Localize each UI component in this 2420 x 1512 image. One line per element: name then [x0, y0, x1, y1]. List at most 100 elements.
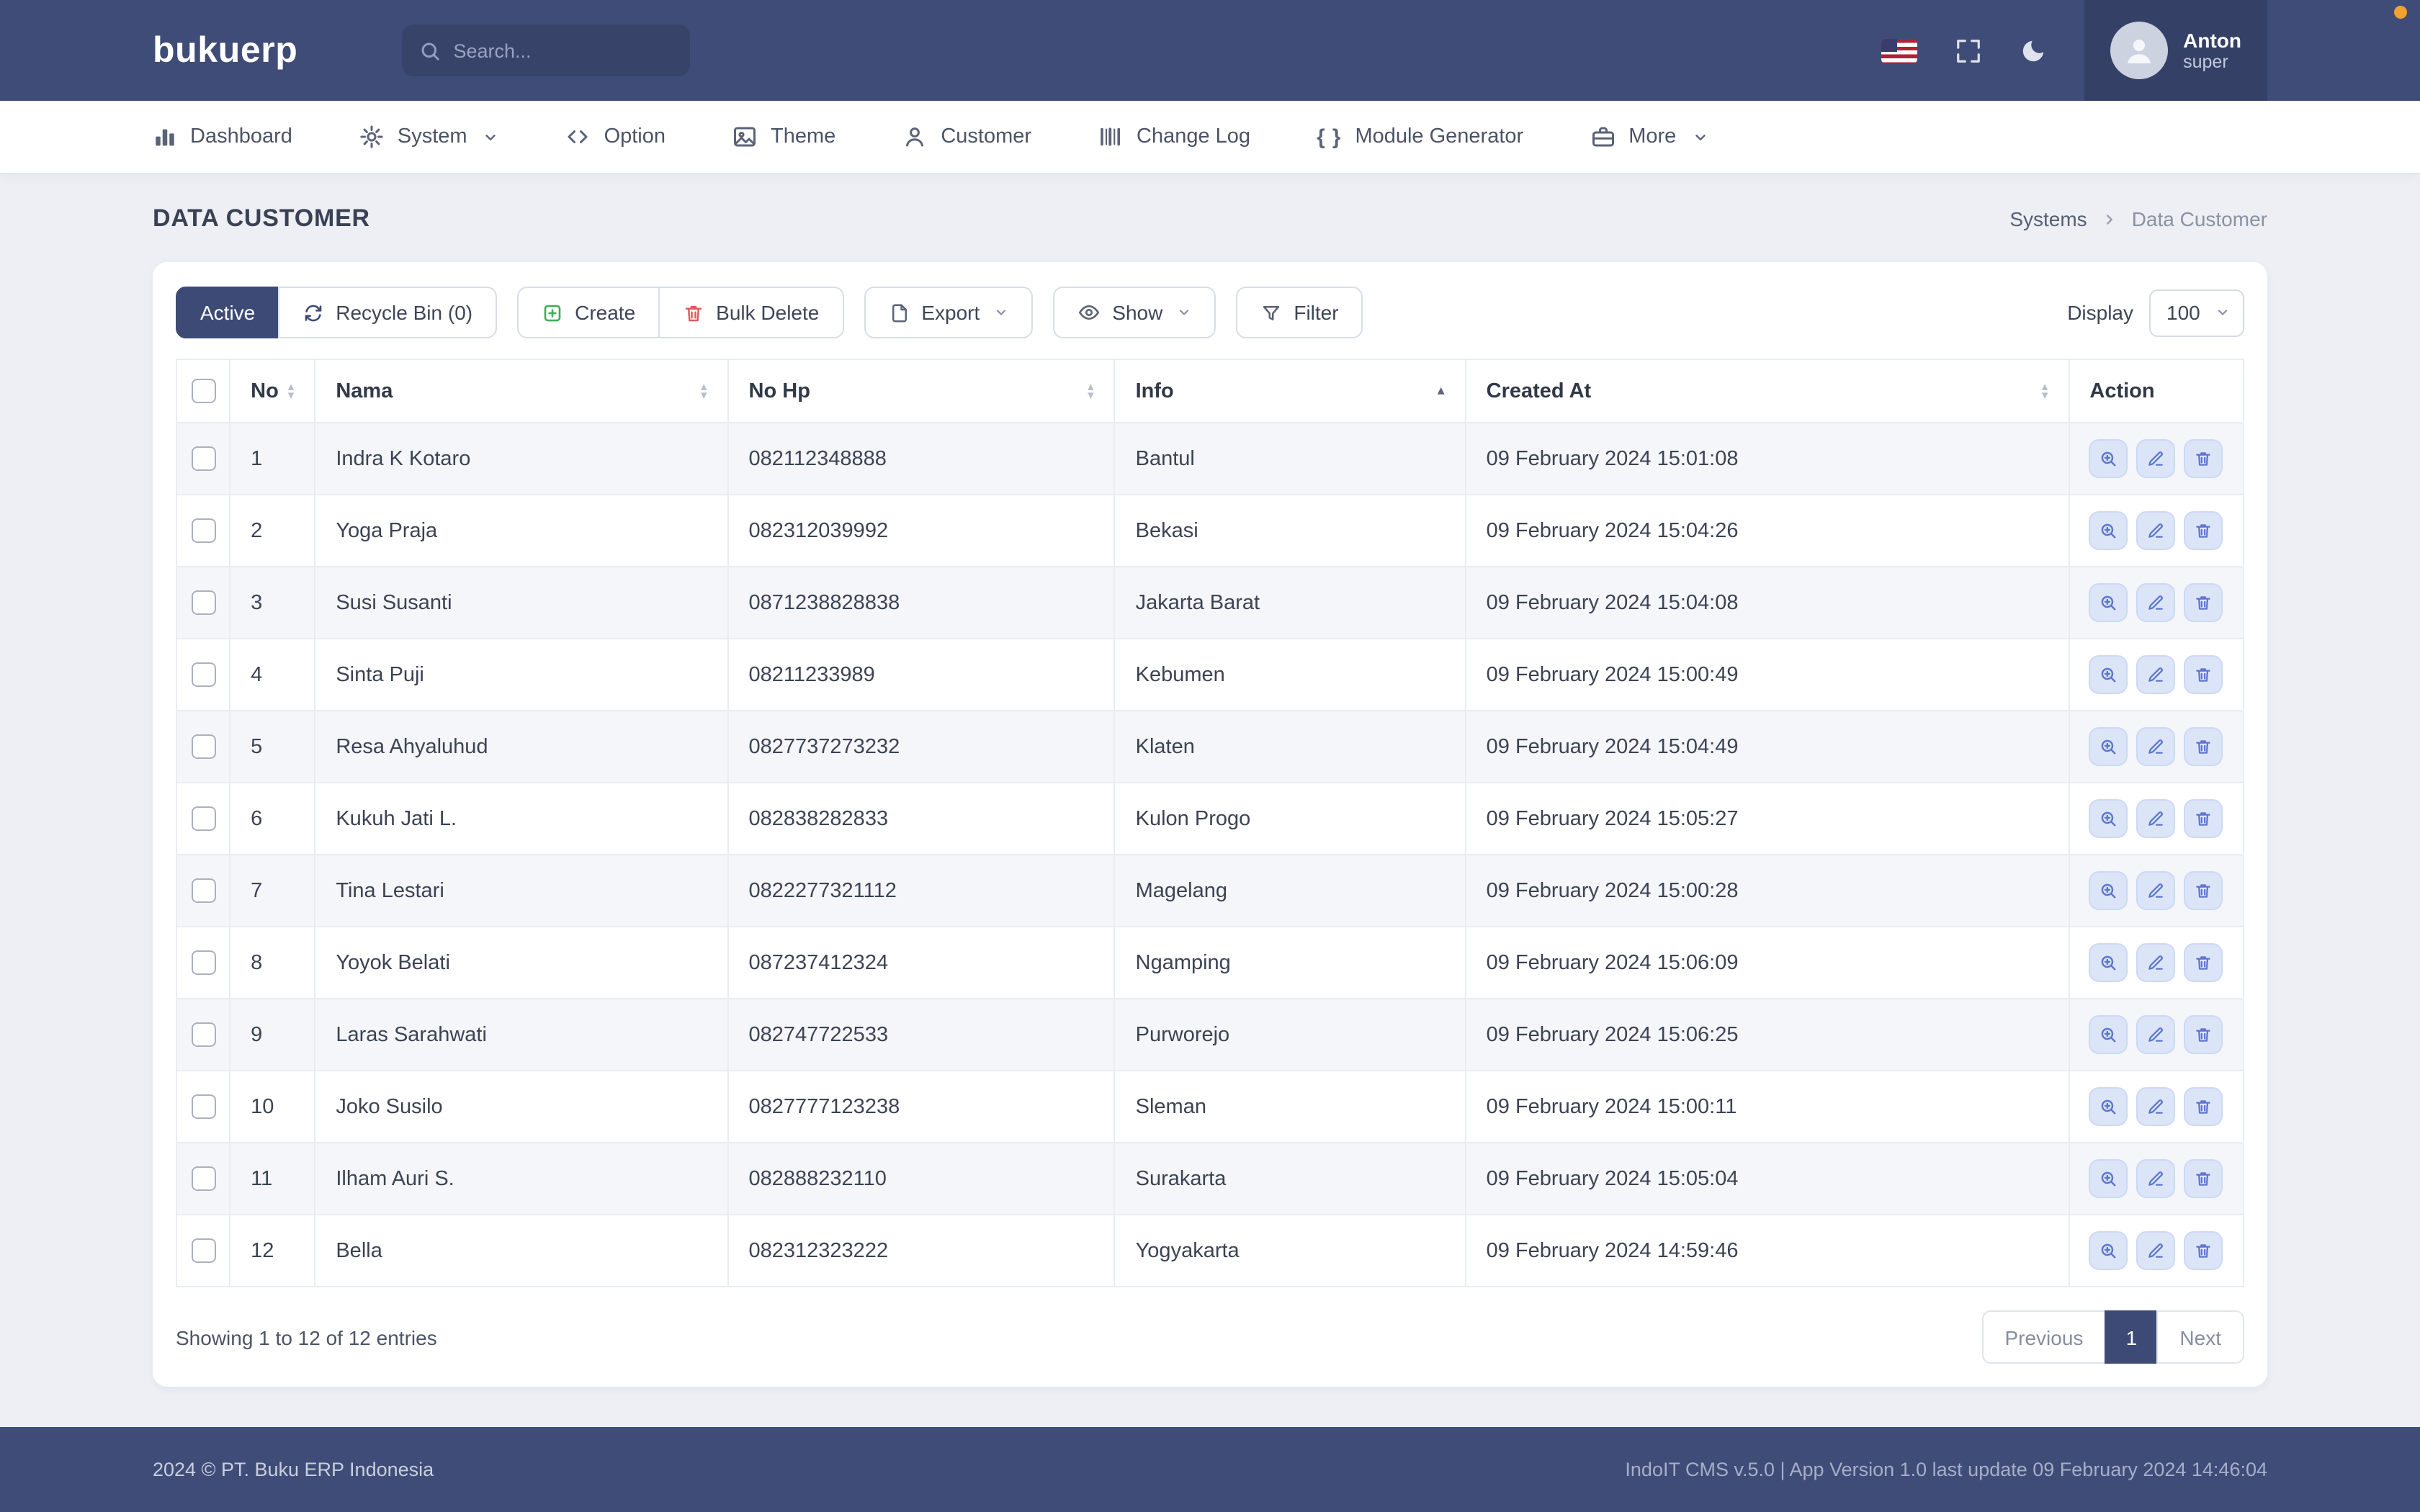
edit-button[interactable]: [2137, 511, 2176, 550]
delete-button[interactable]: [2184, 943, 2223, 982]
trash-icon: [2195, 1169, 2213, 1188]
edit-button[interactable]: [2137, 655, 2176, 694]
dark-mode-button[interactable]: [2019, 37, 2046, 64]
row-checkbox[interactable]: [191, 950, 215, 975]
filter-button[interactable]: Filter: [1236, 287, 1363, 338]
cell-no: 9: [230, 999, 315, 1071]
nav-item-theme[interactable]: Theme: [732, 124, 835, 150]
delete-button[interactable]: [2184, 439, 2223, 478]
nav-item-system[interactable]: System: [359, 124, 499, 150]
view-button[interactable]: [2089, 655, 2128, 694]
nav-item-change-log[interactable]: Change Log: [1098, 124, 1250, 150]
create-button[interactable]: Create: [517, 287, 660, 338]
delete-button[interactable]: [2184, 799, 2223, 838]
table-toolbar: Active Recycle Bin (0) Create Bulk Delet…: [176, 285, 2244, 359]
row-checkbox[interactable]: [191, 590, 215, 615]
view-button[interactable]: [2089, 1231, 2128, 1270]
delete-button[interactable]: [2184, 583, 2223, 622]
edit-button[interactable]: [2137, 799, 2176, 838]
row-checkbox[interactable]: [191, 1238, 215, 1263]
edit-button[interactable]: [2137, 583, 2176, 622]
column-header-no[interactable]: No▴▾: [230, 359, 315, 423]
pencil-icon: [2147, 953, 2166, 972]
view-button[interactable]: [2089, 583, 2128, 622]
topbar: bukuerp: [0, 0, 2420, 101]
column-header-no-hp[interactable]: No Hp▴▾: [728, 359, 1115, 423]
view-button[interactable]: [2089, 511, 2128, 550]
view-button[interactable]: [2089, 439, 2128, 478]
active-tab-button[interactable]: Active: [176, 287, 279, 338]
sort-icon: ▴▾: [288, 382, 295, 400]
nav-item-dashboard[interactable]: Dashboard: [153, 125, 292, 149]
row-checkbox[interactable]: [191, 1094, 215, 1119]
magnifier-plus-icon: [2099, 593, 2118, 612]
row-checkbox[interactable]: [191, 446, 215, 471]
delete-button[interactable]: [2184, 655, 2223, 694]
row-checkbox[interactable]: [191, 662, 215, 687]
magnifier-plus-icon: [2099, 1025, 2118, 1044]
row-checkbox[interactable]: [191, 806, 215, 831]
view-button[interactable]: [2089, 799, 2128, 838]
customer-table: No▴▾ Nama▴▾ No Hp▴▾ Info▴ Created At▴▾ A…: [176, 359, 2244, 1287]
delete-button[interactable]: [2184, 1015, 2223, 1054]
breadcrumb-systems[interactable]: Systems: [2009, 207, 2087, 230]
nav-item-customer[interactable]: Customer: [902, 124, 1031, 150]
row-checkbox[interactable]: [191, 878, 215, 903]
cell-no: 10: [230, 1071, 315, 1143]
cell-info: Kulon Progo: [1115, 783, 1466, 855]
delete-button[interactable]: [2184, 1231, 2223, 1270]
view-button[interactable]: [2089, 1087, 2128, 1126]
view-button[interactable]: [2089, 1159, 2128, 1198]
view-button[interactable]: [2089, 727, 2128, 766]
select-all-checkbox[interactable]: [191, 379, 215, 403]
nav-item-module-generator[interactable]: { } Module Generator: [1317, 125, 1523, 149]
view-button[interactable]: [2089, 871, 2128, 910]
row-checkbox[interactable]: [191, 1166, 215, 1191]
row-checkbox[interactable]: [191, 1022, 215, 1047]
delete-button[interactable]: [2184, 1087, 2223, 1126]
recycle-bin-button[interactable]: Recycle Bin (0): [278, 287, 497, 338]
column-header-created-at[interactable]: Created At▴▾: [1466, 359, 2069, 423]
cell-created-at: 09 February 2024 15:05:04: [1466, 1143, 2069, 1215]
nav-item-more[interactable]: More: [1590, 124, 1708, 150]
delete-button[interactable]: [2184, 511, 2223, 550]
language-flag-button[interactable]: [1881, 38, 1917, 63]
user-menu[interactable]: Anton super: [2084, 0, 2267, 101]
edit-button[interactable]: [2137, 439, 2176, 478]
search-box[interactable]: [401, 24, 689, 76]
edit-button[interactable]: [2137, 1159, 2176, 1198]
page-1-button[interactable]: 1: [2105, 1310, 2158, 1364]
edit-button[interactable]: [2137, 1231, 2176, 1270]
edit-button[interactable]: [2137, 943, 2176, 982]
edit-button[interactable]: [2137, 1087, 2176, 1126]
delete-button[interactable]: [2184, 727, 2223, 766]
bulk-delete-button[interactable]: Bulk Delete: [658, 287, 843, 338]
search-input[interactable]: [453, 40, 672, 61]
edit-button[interactable]: [2137, 871, 2176, 910]
column-header-info[interactable]: Info▴: [1115, 359, 1466, 423]
next-page-button[interactable]: Next: [2156, 1310, 2244, 1364]
view-button[interactable]: [2089, 1015, 2128, 1054]
cell-nama: Laras Sarahwati: [315, 999, 727, 1071]
fullscreen-button[interactable]: [1954, 37, 1981, 64]
cell-info: Sleman: [1115, 1071, 1466, 1143]
edit-button[interactable]: [2137, 1015, 2176, 1054]
cell-nama: Yoyok Belati: [315, 927, 727, 999]
column-header-nama[interactable]: Nama▴▾: [315, 359, 727, 423]
previous-page-button[interactable]: Previous: [1981, 1310, 2106, 1364]
delete-button[interactable]: [2184, 1159, 2223, 1198]
user-name: Anton: [2183, 30, 2241, 50]
delete-button[interactable]: [2184, 871, 2223, 910]
cell-nama: Yoga Praja: [315, 495, 727, 567]
nav-label: System: [398, 125, 467, 148]
edit-button[interactable]: [2137, 727, 2176, 766]
magnifier-plus-icon: [2099, 737, 2118, 756]
nav-item-option[interactable]: Option: [565, 124, 666, 150]
row-checkbox[interactable]: [191, 518, 215, 543]
display-select[interactable]: 100: [2149, 289, 2244, 336]
show-columns-button[interactable]: Show: [1053, 287, 1216, 338]
row-checkbox[interactable]: [191, 734, 215, 759]
export-button[interactable]: Export: [864, 287, 1033, 338]
view-button[interactable]: [2089, 943, 2128, 982]
user-role: super: [2183, 53, 2241, 71]
